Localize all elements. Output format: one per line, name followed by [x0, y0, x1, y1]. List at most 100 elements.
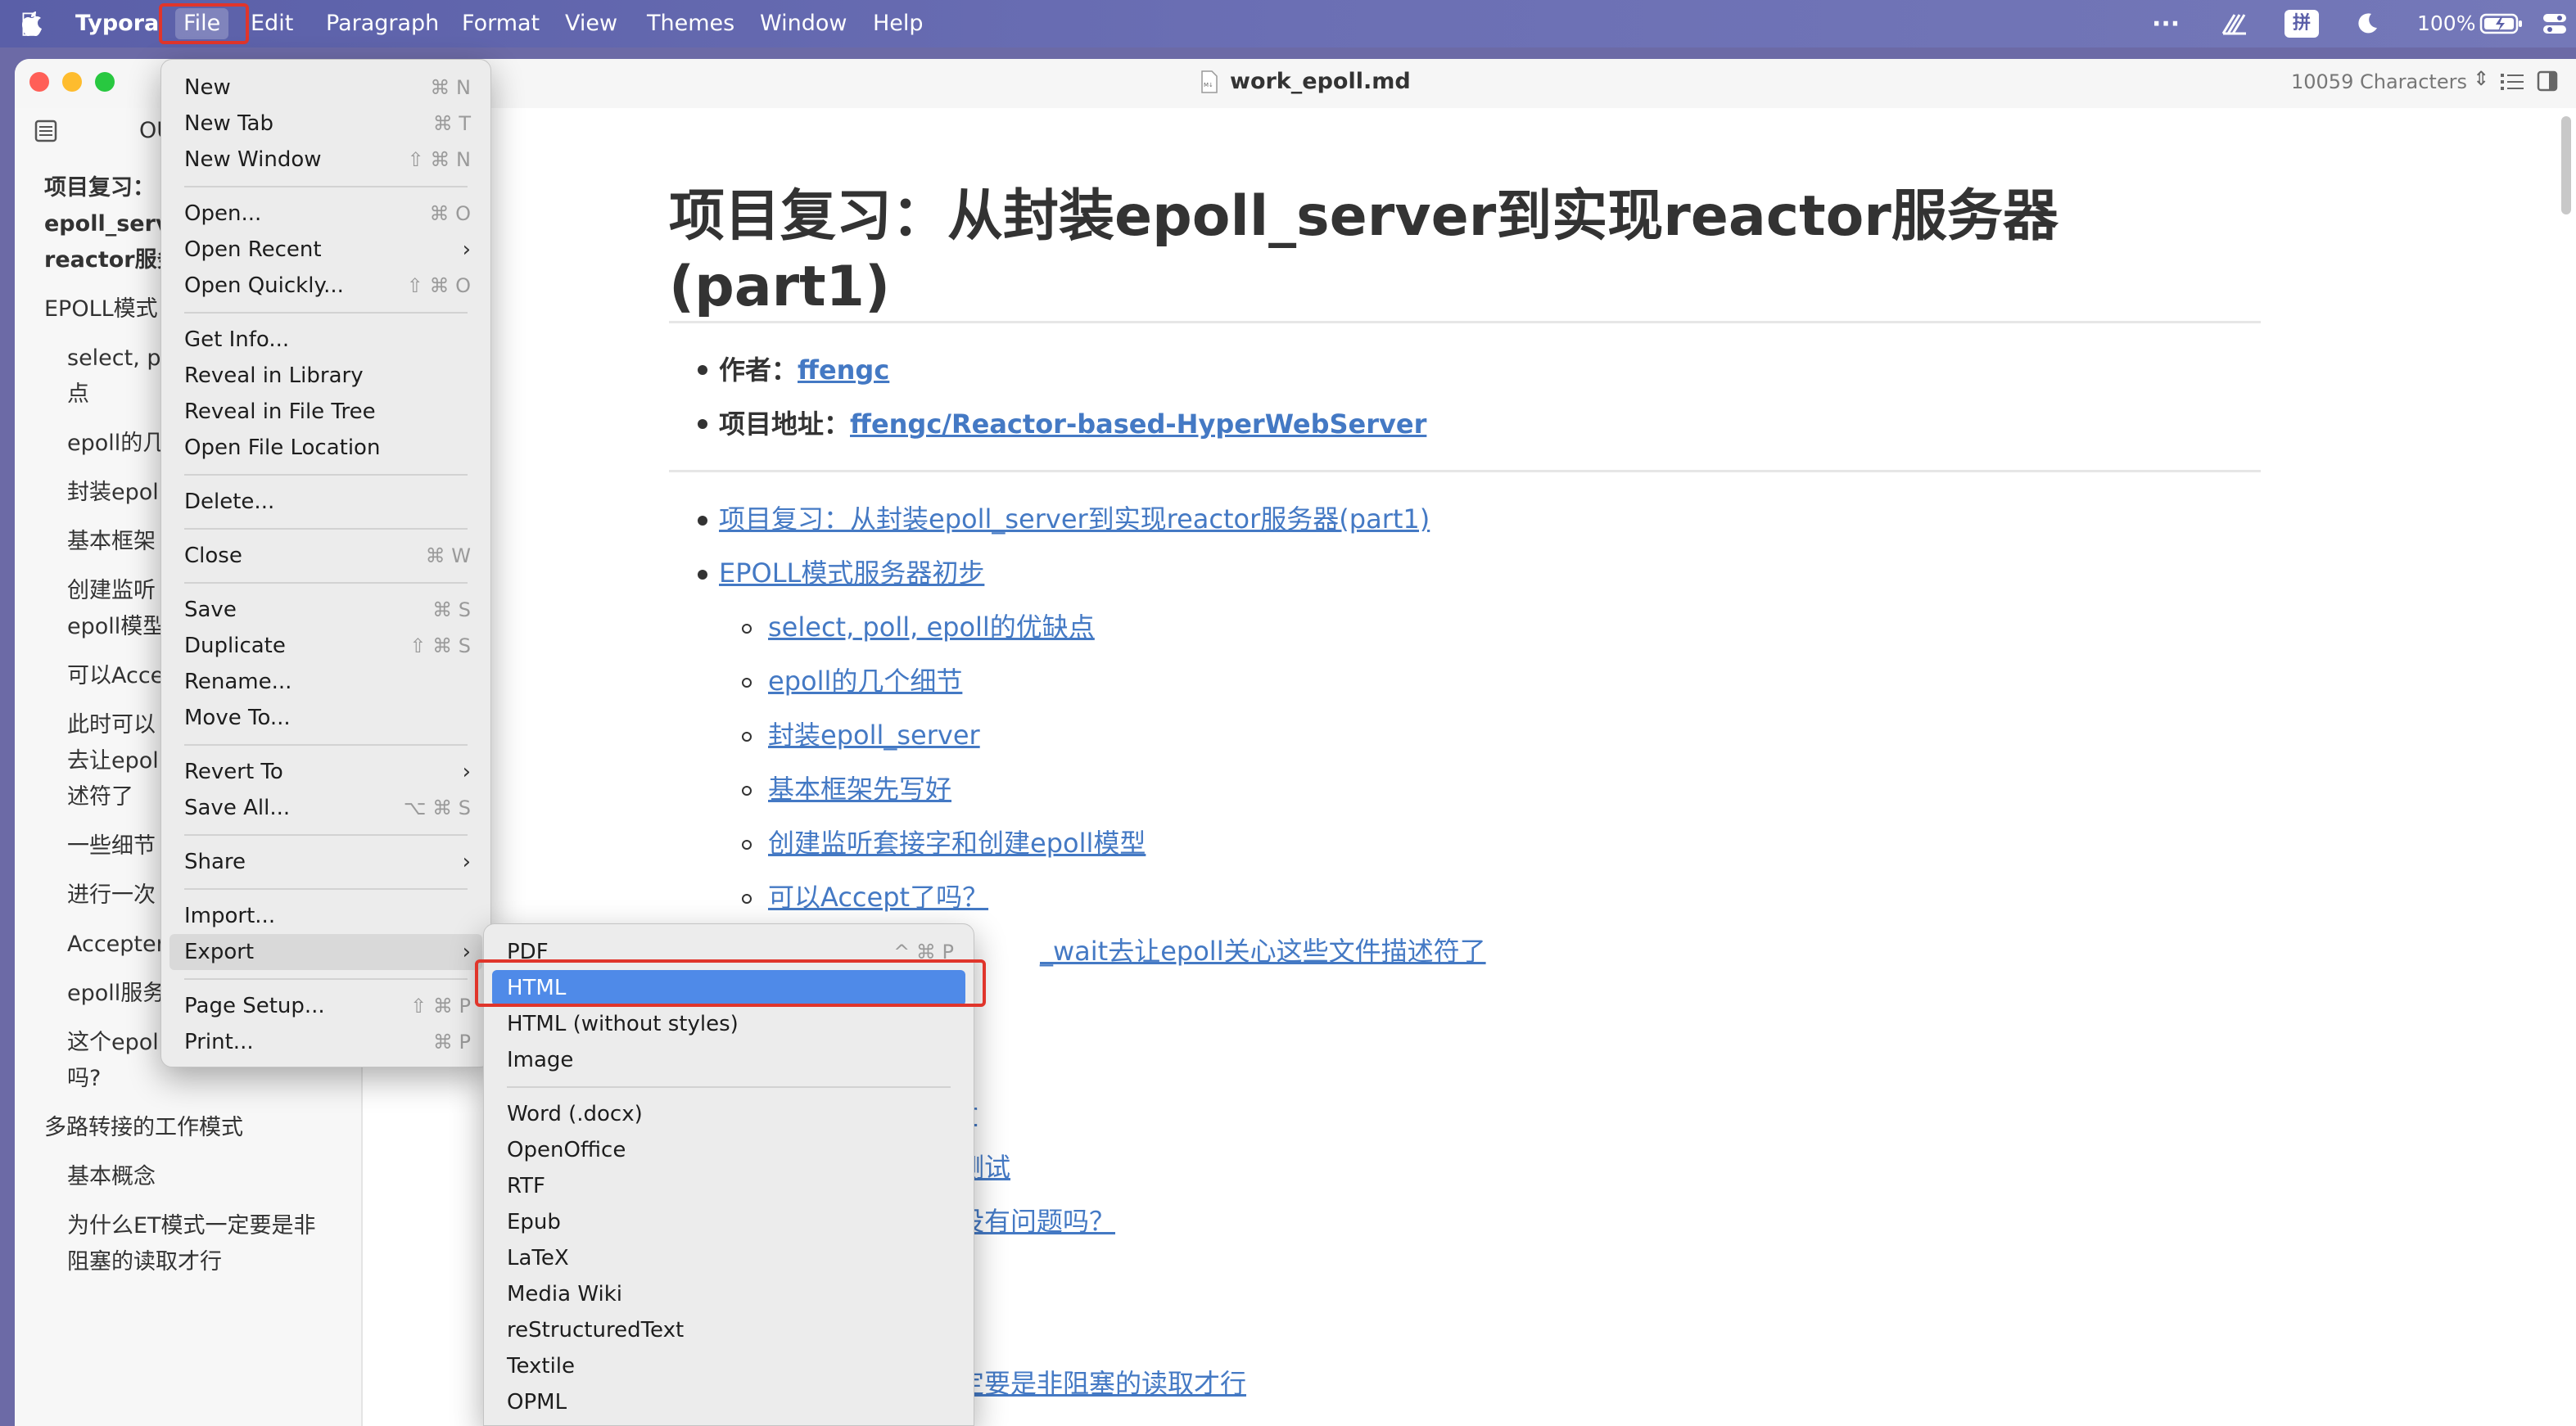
close-window-button[interactable]: [29, 72, 49, 92]
stage-manager-icon[interactable]: [2221, 11, 2248, 36]
toc-link[interactable]: 封装epoll_server: [768, 717, 980, 753]
menu-item-share[interactable]: Share ›: [169, 844, 482, 880]
export-openoffice[interactable]: OpenOffice: [492, 1132, 965, 1168]
battery-icon[interactable]: [2479, 13, 2524, 34]
outline-item[interactable]: 项目复习：: [44, 170, 155, 206]
export-opml[interactable]: OPML: [492, 1384, 965, 1420]
outline-item[interactable]: 可以Acce: [67, 658, 164, 694]
author-link[interactable]: ffengc: [798, 354, 889, 386]
outline-item[interactable]: 一些细节: [67, 828, 156, 864]
export-html-without-styles[interactable]: HTML (without styles): [492, 1006, 965, 1042]
outline-item[interactable]: 点: [67, 377, 89, 413]
export-restructuredtext[interactable]: reStructuredText: [492, 1312, 965, 1348]
export-media-wiki[interactable]: Media Wiki: [492, 1276, 965, 1312]
minimize-window-button[interactable]: [62, 72, 82, 92]
menu-paragraph[interactable]: Paragraph: [318, 8, 447, 39]
count-toggle-icon[interactable]: ⇕: [2473, 67, 2489, 90]
export-html[interactable]: HTML: [492, 970, 965, 1006]
toc-link[interactable]: 创建监听套接字和创建epoll模型: [768, 825, 1146, 861]
menu-item-reveal-library[interactable]: Reveal in Library: [169, 358, 482, 394]
menu-item-new[interactable]: New ⌘ N: [169, 70, 482, 106]
menu-item-move-to[interactable]: Move To...: [169, 700, 482, 736]
menu-app-typora[interactable]: Typora: [67, 8, 167, 39]
toc-link[interactable]: _wait去让epoll关心这些文件描述符了: [1040, 933, 1486, 969]
menu-item-close[interactable]: Close ⌘ W: [169, 538, 482, 574]
outline-item[interactable]: 述符了: [67, 779, 133, 815]
outline-panel-icon[interactable]: [34, 120, 57, 142]
outline-item[interactable]: reactor服务: [44, 242, 179, 278]
export-rtf[interactable]: RTF: [492, 1168, 965, 1204]
character-count[interactable]: 10059 Characters: [2291, 70, 2467, 93]
menu-item-page-setup[interactable]: Page Setup... ⇧ ⌘ P: [169, 988, 482, 1024]
outline-item[interactable]: 多路转接的工作模式: [44, 1110, 243, 1146]
more-icon[interactable]: ···: [2152, 0, 2180, 47]
menu-item-open-file-location[interactable]: Open File Location: [169, 430, 482, 466]
toc-link[interactable]: 项目复习：从封装epoll_server到实现reactor服务器(part1): [719, 501, 1430, 537]
menu-edit[interactable]: Edit: [242, 8, 301, 39]
menu-format[interactable]: Format: [454, 8, 548, 39]
scrollbar-thumb[interactable]: [2561, 116, 2571, 214]
outline-item[interactable]: 封装epoll: [67, 475, 165, 511]
menu-item-delete[interactable]: Delete...: [169, 484, 482, 520]
menu-item-import[interactable]: Import...: [169, 898, 482, 934]
menu-item-reveal-file-tree[interactable]: Reveal in File Tree: [169, 394, 482, 430]
toc-link[interactable]: 可以Accept了吗？: [768, 879, 988, 915]
outline-item[interactable]: epoll的几: [67, 426, 165, 462]
menu-item-open-quickly[interactable]: Open Quickly... ⇧ ⌘ O: [169, 268, 482, 304]
menu-item-save[interactable]: Save ⌘ S: [169, 592, 482, 628]
export-word[interactable]: Word (.docx): [492, 1096, 965, 1132]
outline-item[interactable]: 这个epoll: [67, 1025, 165, 1061]
toc-link[interactable]: EPOLL模式服务器初步: [719, 555, 984, 591]
outline-item[interactable]: select, po: [67, 341, 174, 377]
toc-link[interactable]: 基本框架先写好: [768, 771, 951, 807]
outline-item[interactable]: 基本框架: [67, 524, 156, 560]
zoom-window-button[interactable]: [95, 72, 115, 92]
outline-item[interactable]: 去让epoll: [67, 743, 165, 779]
author-label: 作者：: [719, 354, 798, 386]
input-method-icon[interactable]: 拼: [2285, 10, 2319, 38]
menu-item-get-info[interactable]: Get Info...: [169, 322, 482, 358]
outline-item[interactable]: 进行一次: [67, 878, 156, 914]
outline-item[interactable]: 吗?: [67, 1061, 101, 1097]
outline-item[interactable]: 此时可以: [67, 707, 156, 743]
repo-link[interactable]: ffengc/Reactor-based-HyperWebServer: [850, 408, 1426, 440]
export-textile[interactable]: Textile: [492, 1348, 965, 1384]
toc-link[interactable]: select, poll, epoll的优缺点: [768, 609, 1095, 645]
menu-item-print[interactable]: Print... ⌘ P: [169, 1024, 482, 1060]
outline-item[interactable]: Accepter: [67, 927, 165, 963]
toc-link[interactable]: epoll的几个细节: [768, 663, 962, 699]
export-image[interactable]: Image: [492, 1042, 965, 1078]
menu-item-new-window[interactable]: New Window ⇧ ⌘ N: [169, 142, 482, 178]
menu-window[interactable]: Window: [752, 8, 855, 39]
export-pdf[interactable]: PDF ^ ⌘ P: [492, 934, 965, 970]
sidebar-toggle-icon[interactable]: [2537, 70, 2558, 92]
outline-item[interactable]: 基本概念: [67, 1159, 156, 1195]
document-title[interactable]: 项目复习：从封装epoll_server到实现reactor服务器(part1): [669, 182, 2266, 323]
moon-icon[interactable]: [2355, 11, 2379, 36]
outline-item[interactable]: epoll服务: [67, 976, 165, 1012]
menu-item-open-recent[interactable]: Open Recent ›: [169, 232, 482, 268]
outline-item[interactable]: 为什么ET模式一定要是非: [67, 1208, 316, 1244]
toc-link[interactable]: 定要是非阻塞的读取才行: [958, 1365, 1246, 1401]
menu-item-new-tab[interactable]: New Tab ⌘ T: [169, 106, 482, 142]
menu-view[interactable]: View: [557, 8, 626, 39]
export-latex[interactable]: LaTeX: [492, 1240, 965, 1276]
control-center-icon[interactable]: [2542, 11, 2568, 36]
outline-item[interactable]: 创建监听: [67, 573, 156, 609]
menu-item-open[interactable]: Open... ⌘ O: [169, 196, 482, 232]
menu-item-rename[interactable]: Rename...: [169, 664, 482, 700]
toc-link[interactable]: 没有问题吗？: [958, 1203, 1115, 1239]
menu-item-label: Delete...: [184, 490, 275, 514]
menu-item-duplicate[interactable]: Duplicate ⇧ ⌘ S: [169, 628, 482, 664]
export-epub[interactable]: Epub: [492, 1204, 965, 1240]
outline-item[interactable]: epoll模型: [67, 609, 165, 645]
outline-item[interactable]: EPOLL模式: [44, 291, 158, 327]
menu-help[interactable]: Help: [865, 8, 932, 39]
menu-item-export[interactable]: Export ›: [169, 934, 482, 970]
outline-list-icon[interactable]: [2501, 72, 2524, 92]
menu-file[interactable]: File: [175, 8, 229, 39]
menu-item-save-all[interactable]: Save All... ⌥ ⌘ S: [169, 790, 482, 826]
menu-themes[interactable]: Themes: [639, 8, 743, 39]
outline-item[interactable]: 阻塞的读取才行: [67, 1244, 222, 1280]
menu-item-revert-to[interactable]: Revert To ›: [169, 754, 482, 790]
